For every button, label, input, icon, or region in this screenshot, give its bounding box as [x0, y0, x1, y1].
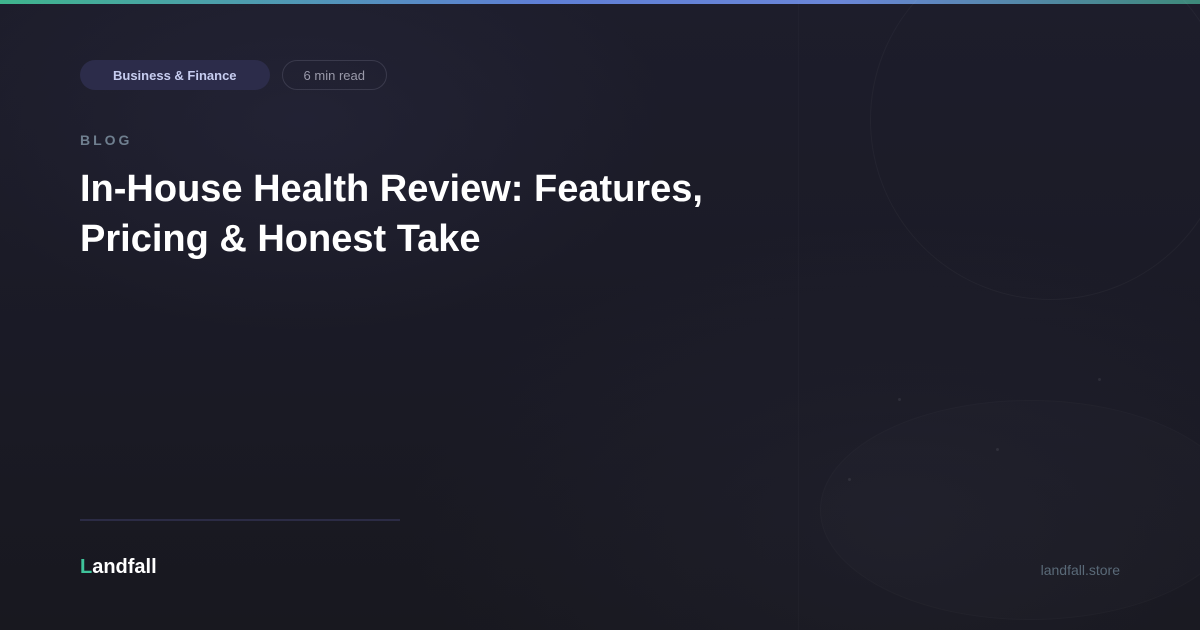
read-time-badge: 6 min read [281, 60, 387, 90]
decorative-circle [870, 0, 1200, 300]
decorative-dot [1098, 378, 1101, 381]
section-eyebrow: BLOG [80, 132, 133, 148]
decorative-dot [848, 478, 851, 481]
decorative-dot [996, 448, 999, 451]
category-badge[interactable]: Business & Finance [80, 60, 270, 90]
brand-logo-initial: L [80, 556, 93, 578]
decorative-line [798, 0, 799, 630]
article-title: In-House Health Review: Features, Pricin… [80, 168, 703, 260]
tag-row: Business & Finance 6 min read [80, 60, 387, 90]
decorative-dot [898, 398, 901, 401]
footer-divider [80, 519, 400, 521]
brand-logo[interactable]: Landfall [80, 556, 157, 579]
og-card: Business & Finance 6 min read BLOG In-Ho… [0, 0, 1200, 630]
site-domain[interactable]: landfall.store [1041, 562, 1120, 578]
brand-logo-text: andfall [92, 556, 157, 578]
decorative-ellipse [820, 400, 1200, 620]
